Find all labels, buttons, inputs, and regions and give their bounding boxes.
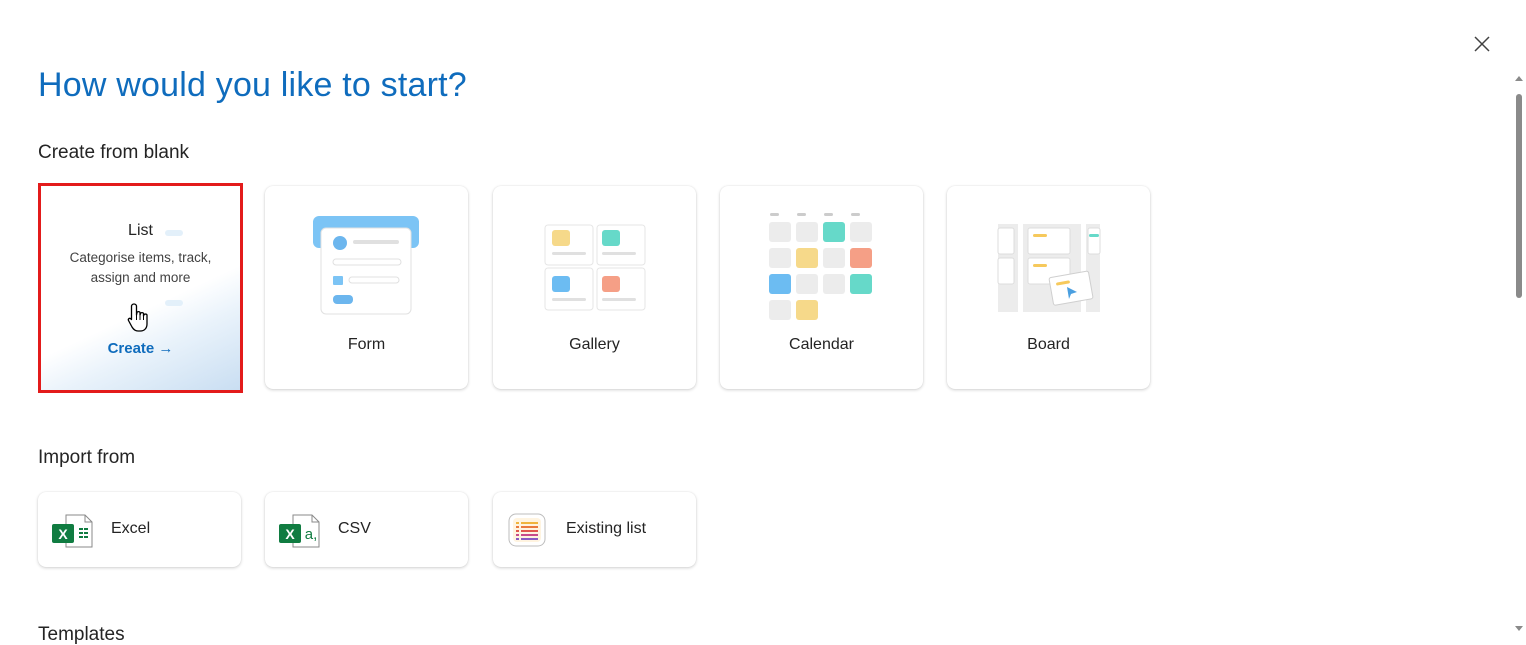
- gallery-card-label: Gallery: [569, 336, 620, 353]
- import-existing-list-card[interactable]: Existing list: [493, 492, 696, 567]
- list-card-description: Categorise items, track, assign and more: [69, 250, 212, 285]
- templates-heading: Templates: [38, 624, 125, 645]
- scrollbar-thumb[interactable]: [1516, 94, 1522, 298]
- dialog-title: How would you like to start?: [38, 66, 467, 104]
- calendar-card-label: Calendar: [789, 336, 854, 353]
- form-card-label: Form: [347, 336, 386, 353]
- svg-text:X: X: [285, 526, 295, 542]
- board-card[interactable]: Board: [947, 186, 1150, 389]
- create-from-blank-heading: Create from blank: [38, 142, 190, 163]
- list-create-link[interactable]: Create →: [41, 340, 240, 357]
- scroll-up-arrow-icon[interactable]: [1515, 76, 1523, 81]
- csv-icon: a, X: [279, 514, 320, 548]
- form-card[interactable]: Form: [265, 186, 468, 389]
- create-list-dialog: How would you like to start? Create from…: [0, 0, 1526, 645]
- board-illustration-icon: [997, 224, 1101, 312]
- svg-text:a,: a,: [305, 526, 318, 543]
- excel-icon: X: [52, 514, 93, 548]
- close-button[interactable]: [1470, 32, 1494, 56]
- import-from-heading: Import from: [38, 447, 136, 468]
- vertical-scrollbar[interactable]: [1512, 70, 1526, 645]
- import-existing-list-label: Existing list: [566, 520, 647, 537]
- list-card-title: List: [128, 222, 153, 239]
- import-csv-label: CSV: [338, 520, 371, 537]
- calendar-illustration-icon: [769, 213, 872, 320]
- import-csv-card[interactable]: a, X CSV: [265, 492, 468, 567]
- board-card-label: Board: [1027, 336, 1070, 353]
- import-excel-card[interactable]: X Excel: [38, 492, 241, 567]
- close-icon: [1474, 36, 1490, 52]
- import-excel-label: Excel: [111, 520, 151, 537]
- form-illustration-icon: [313, 216, 419, 315]
- gallery-card[interactable]: Gallery: [493, 186, 696, 389]
- calendar-card[interactable]: Calendar: [720, 186, 923, 389]
- svg-text:X: X: [58, 526, 68, 542]
- scroll-down-arrow-icon[interactable]: [1515, 626, 1523, 631]
- list-card[interactable]: List Categorise items, track, assign and…: [38, 183, 243, 393]
- existing-list-icon: [508, 513, 546, 547]
- gallery-illustration-icon: [544, 224, 646, 311]
